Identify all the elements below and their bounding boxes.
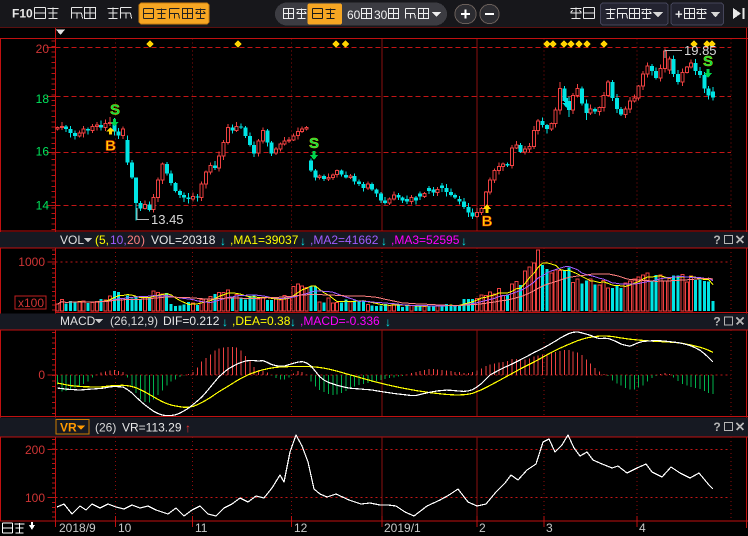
svg-text:?: ? (713, 315, 720, 329)
svg-text:12: 12 (294, 521, 308, 535)
svg-text:S: S (703, 53, 713, 70)
svg-text:↓: ↓ (381, 234, 387, 248)
svg-text:(26,12,9): (26,12,9) (110, 314, 158, 328)
svg-text:+: + (675, 7, 683, 22)
svg-text:20: 20 (36, 42, 50, 56)
svg-text:30: 30 (374, 8, 388, 22)
svg-text:VR=113.29: VR=113.29 (122, 421, 182, 435)
svg-text:2018/9: 2018/9 (59, 521, 96, 535)
svg-text:100: 100 (25, 491, 45, 505)
svg-text:,MA2=41662: ,MA2=41662 (310, 233, 379, 247)
svg-text:16: 16 (36, 145, 50, 159)
svg-text:14: 14 (36, 199, 50, 213)
svg-text:VOL: VOL (60, 233, 84, 247)
svg-text:VOL=20318: VOL=20318 (151, 233, 216, 247)
svg-text:60: 60 (347, 8, 361, 22)
svg-text:↑: ↑ (185, 421, 191, 435)
svg-text:200: 200 (25, 443, 45, 457)
svg-text:↓: ↓ (290, 315, 296, 329)
svg-text:↓: ↓ (461, 234, 467, 248)
svg-text:10,: 10, (110, 233, 127, 247)
svg-text:,DEA=0.38: ,DEA=0.38 (232, 314, 291, 328)
svg-text:B: B (482, 213, 493, 230)
svg-text:↓: ↓ (222, 315, 228, 329)
svg-text:S: S (110, 102, 120, 119)
svg-text:,MACD=-0.336: ,MACD=-0.336 (300, 314, 380, 328)
svg-text:↓: ↓ (385, 315, 391, 329)
svg-text:?: ? (713, 233, 720, 247)
svg-text:11: 11 (195, 521, 208, 535)
svg-text:20: 20 (127, 233, 141, 247)
svg-text:13.45: 13.45 (151, 212, 184, 227)
svg-text:MACD: MACD (60, 314, 96, 328)
svg-text:↓: ↓ (220, 234, 226, 248)
svg-text:?: ? (713, 420, 720, 434)
svg-text:18: 18 (36, 92, 50, 106)
svg-text:1000: 1000 (18, 255, 45, 269)
svg-text:): ) (141, 233, 145, 247)
svg-text:DIF=0.212: DIF=0.212 (163, 314, 220, 328)
svg-text:5,: 5, (99, 233, 109, 247)
svg-text:↓: ↓ (300, 234, 306, 248)
svg-text:0: 0 (38, 368, 45, 382)
svg-text:2019/1: 2019/1 (384, 521, 421, 535)
svg-text:(26): (26) (95, 421, 116, 435)
svg-text:VR: VR (60, 421, 77, 435)
svg-text:10: 10 (118, 521, 132, 535)
svg-text:S: S (309, 135, 319, 152)
svg-text:B: B (105, 138, 116, 155)
svg-text:4: 4 (639, 521, 646, 535)
svg-text:x100: x100 (18, 296, 44, 310)
svg-text:2: 2 (479, 521, 486, 535)
svg-text:,MA1=39037: ,MA1=39037 (230, 233, 299, 247)
svg-text:3: 3 (546, 521, 553, 535)
svg-text:F10: F10 (12, 7, 33, 21)
svg-text:,MA3=52595: ,MA3=52595 (391, 233, 460, 247)
